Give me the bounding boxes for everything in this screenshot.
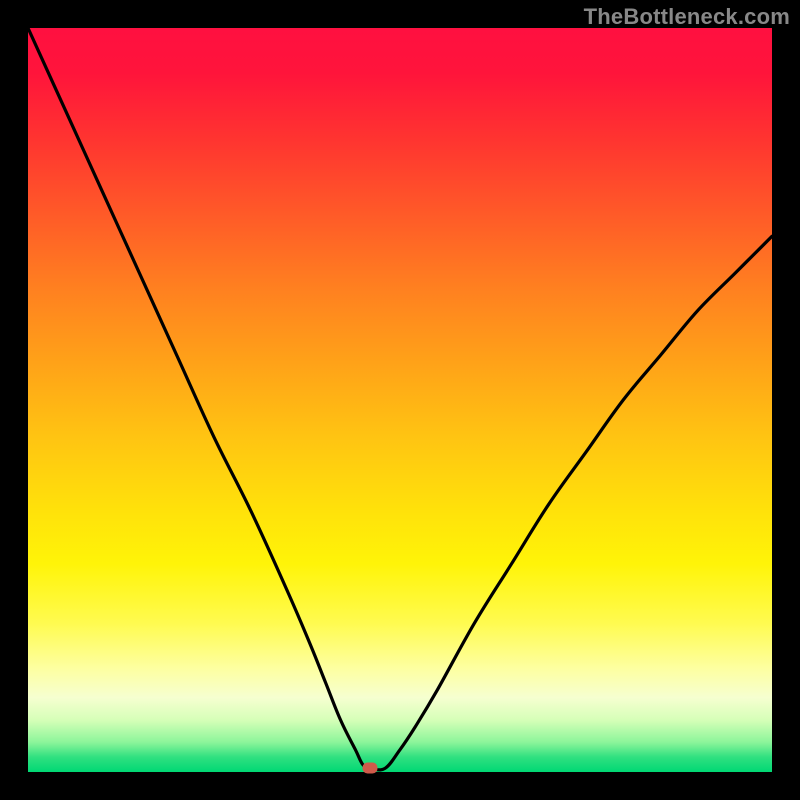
bottleneck-curve [28,28,772,772]
watermark-text: TheBottleneck.com [584,4,790,30]
plot-area [28,28,772,772]
min-marker [363,763,378,774]
chart-frame: TheBottleneck.com [0,0,800,800]
